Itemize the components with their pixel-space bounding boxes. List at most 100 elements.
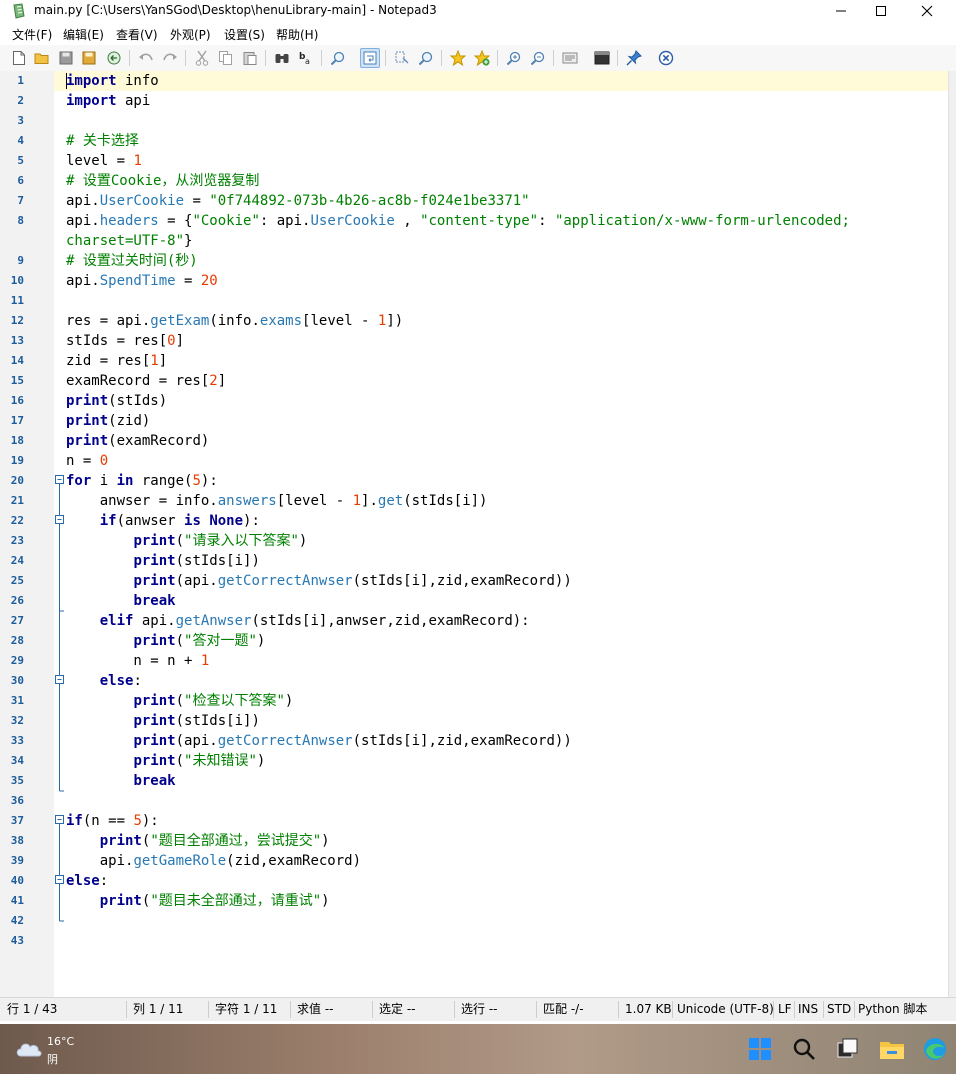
code-line[interactable]: else: bbox=[66, 871, 108, 891]
code-line[interactable]: # 关卡选择 bbox=[66, 131, 139, 151]
replace-button[interactable]: ba bbox=[296, 48, 316, 68]
fold-if-block[interactable] bbox=[55, 515, 65, 612]
code-line[interactable]: print("请录入以下答案") bbox=[66, 531, 307, 551]
close-button[interactable] bbox=[904, 0, 950, 22]
code-line[interactable]: import info bbox=[66, 71, 159, 91]
new-file-button[interactable] bbox=[9, 48, 29, 68]
menu-edit[interactable]: 编辑(E) bbox=[63, 26, 104, 43]
code-line[interactable]: if(n == 5): bbox=[66, 811, 159, 831]
cloud-icon[interactable] bbox=[14, 1038, 42, 1058]
status-line[interactable]: 行 1 / 43 bbox=[7, 998, 57, 1021]
cut-button[interactable] bbox=[192, 48, 212, 68]
code-line[interactable]: print("未知错误") bbox=[66, 751, 265, 771]
terminal-button[interactable] bbox=[592, 48, 612, 68]
status-selected-lines[interactable]: 选行 -- bbox=[461, 998, 497, 1021]
exit-button[interactable] bbox=[656, 48, 676, 68]
word-wrap-button[interactable] bbox=[360, 48, 380, 68]
code-line[interactable]: n = n + 1 bbox=[66, 651, 209, 671]
bookmark-button[interactable] bbox=[448, 48, 468, 68]
menu-view[interactable]: 查看(V) bbox=[116, 26, 158, 43]
weather-description[interactable]: 阴 bbox=[47, 1051, 58, 1067]
code-line[interactable]: print("答对一题") bbox=[66, 631, 265, 651]
code-line[interactable]: charset=UTF-8"} bbox=[66, 231, 192, 251]
fold-else-n-block[interactable] bbox=[55, 875, 65, 922]
code-line[interactable]: # 设置Cookie，从浏览器复制 bbox=[66, 171, 259, 191]
paste-button[interactable] bbox=[240, 48, 260, 68]
save-button[interactable] bbox=[56, 48, 76, 68]
code-line[interactable]: stIds = res[0] bbox=[66, 331, 184, 351]
code-line[interactable]: if(anwser is None): bbox=[66, 511, 260, 531]
search-icon[interactable] bbox=[789, 1034, 819, 1064]
code-line[interactable]: examRecord = res[2] bbox=[66, 371, 226, 391]
code-line[interactable]: print("检查以下答案") bbox=[66, 691, 293, 711]
code-line[interactable]: break bbox=[66, 591, 175, 611]
vertical-scrollbar[interactable] bbox=[948, 71, 956, 997]
status-std[interactable]: STD bbox=[827, 998, 851, 1021]
code-line[interactable]: api.SpendTime = 20 bbox=[66, 271, 218, 291]
code-line[interactable]: api.headers = {"Cookie": api.UserCookie … bbox=[66, 211, 850, 231]
menu-help[interactable]: 帮助(H) bbox=[276, 26, 318, 43]
code-line[interactable]: print(stIds[i]) bbox=[66, 711, 259, 731]
code-editor[interactable]: 1 2 3 4 5 6 7 8 9 10 11 12 13 14 15 16 17 18 19 20 21 22 23 24 2… bbox=[0, 71, 948, 997]
fold-else-block[interactable] bbox=[55, 675, 65, 792]
undo-button[interactable] bbox=[136, 48, 156, 68]
code-line[interactable]: zid = res[1] bbox=[66, 351, 167, 371]
menu-settings[interactable]: 设置(S) bbox=[224, 26, 265, 43]
code-line[interactable]: res = api.getExam(info.exams[level - 1]) bbox=[66, 311, 403, 331]
code-line[interactable]: import api bbox=[66, 91, 150, 111]
revert-button[interactable] bbox=[104, 48, 124, 68]
code-line[interactable]: # 设置过关时间(秒) bbox=[66, 251, 198, 271]
code-line[interactable]: else: bbox=[66, 671, 142, 691]
code-line[interactable]: print("题目未全部通过，请重试") bbox=[66, 891, 330, 911]
code-line[interactable]: print(api.getCorrectAnwser(stIds[i],zid,… bbox=[66, 571, 571, 591]
code-line[interactable]: print("题目全部通过，尝试提交") bbox=[66, 831, 330, 851]
code-line[interactable]: print(api.getCorrectAnwser(stIds[i],zid,… bbox=[66, 731, 571, 751]
status-encoding[interactable]: Unicode (UTF-8) bbox=[677, 998, 774, 1021]
pin-button[interactable] bbox=[624, 48, 644, 68]
weather-temperature[interactable]: 16°C bbox=[47, 1035, 74, 1048]
zoom-out-button[interactable] bbox=[528, 48, 548, 68]
code-line[interactable]: print(zid) bbox=[66, 411, 150, 431]
status-match[interactable]: 匹配 -/- bbox=[543, 998, 584, 1021]
code-line[interactable]: print(examRecord) bbox=[66, 431, 209, 451]
redo-button[interactable] bbox=[160, 48, 180, 68]
line-number: 18 bbox=[10, 434, 24, 447]
code-line[interactable]: break bbox=[66, 771, 175, 791]
find-button[interactable] bbox=[272, 48, 292, 68]
file-explorer-icon[interactable] bbox=[877, 1034, 907, 1064]
code-line[interactable]: anwser = info.answers[level - 1].get(stI… bbox=[66, 491, 488, 511]
code-line[interactable]: api.UserCookie = "0f744892-073b-4b26-ac8… bbox=[66, 191, 530, 211]
status-column[interactable]: 列 1 / 11 bbox=[133, 998, 183, 1021]
maximize-button[interactable] bbox=[858, 0, 904, 22]
zoom-in-button[interactable] bbox=[504, 48, 524, 68]
add-bookmark-button[interactable] bbox=[472, 48, 492, 68]
status-char[interactable]: 字符 1 / 11 bbox=[215, 998, 277, 1021]
status-value[interactable]: 求值 -- bbox=[297, 998, 333, 1021]
select-column-button[interactable] bbox=[392, 48, 412, 68]
task-view-icon[interactable] bbox=[833, 1034, 863, 1064]
open-button[interactable] bbox=[32, 48, 52, 68]
status-selection[interactable]: 选定 -- bbox=[379, 998, 415, 1021]
code-token: 5 bbox=[192, 473, 201, 489]
code-line[interactable]: api.getGameRole(zid,examRecord) bbox=[66, 851, 361, 871]
code-line[interactable]: n = 0 bbox=[66, 451, 108, 471]
code-line[interactable]: elif api.getAnwser(stIds[i],anwser,zid,e… bbox=[66, 611, 530, 631]
status-lexer[interactable]: Python 脚本 bbox=[858, 998, 927, 1021]
code-line[interactable]: for i in range(5): bbox=[66, 471, 218, 491]
menu-appearance[interactable]: 外观(P) bbox=[170, 26, 211, 43]
copy-button[interactable] bbox=[216, 48, 236, 68]
code-line[interactable]: print(stIds) bbox=[66, 391, 167, 411]
line-number: 15 bbox=[10, 374, 24, 387]
status-ins[interactable]: INS bbox=[798, 998, 818, 1021]
find-next-button[interactable] bbox=[416, 48, 436, 68]
menu-file[interactable]: 文件(F) bbox=[12, 26, 52, 43]
code-line[interactable]: print(stIds[i]) bbox=[66, 551, 259, 571]
zoom-find-button[interactable] bbox=[328, 48, 348, 68]
edge-browser-icon[interactable] bbox=[920, 1034, 950, 1064]
status-eol[interactable]: LF bbox=[778, 998, 792, 1021]
windows-start-icon[interactable] bbox=[745, 1034, 775, 1064]
code-line[interactable]: level = 1 bbox=[66, 151, 142, 171]
view-whitespace-button[interactable] bbox=[560, 48, 580, 68]
save-all-button[interactable] bbox=[80, 48, 100, 68]
fold-if-n-block[interactable] bbox=[55, 815, 64, 876]
